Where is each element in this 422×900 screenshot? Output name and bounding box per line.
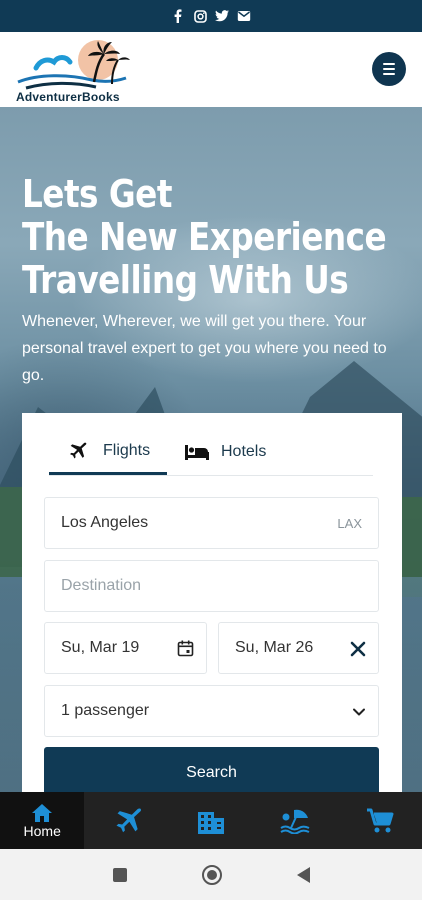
passengers-value: 1 passenger — [61, 702, 150, 719]
instagram-icon[interactable] — [193, 9, 207, 23]
recent-apps-icon[interactable] — [112, 867, 127, 882]
calendar-icon[interactable] — [177, 640, 194, 657]
twitter-icon[interactable] — [215, 9, 229, 23]
hamburger-menu-icon[interactable] — [372, 52, 406, 86]
origin-input[interactable]: Los Angeles LAX — [44, 497, 379, 549]
search-button[interactable]: Search — [44, 747, 379, 792]
home-button-icon[interactable] — [201, 864, 222, 885]
tab-hotels[interactable]: Hotels — [185, 429, 305, 475]
depart-date-input[interactable]: Su, Mar 19 — [44, 622, 207, 674]
clear-icon[interactable] — [350, 641, 366, 657]
tab-hotels-label: Hotels — [221, 443, 267, 460]
nav-cart[interactable] — [338, 792, 422, 849]
social-bar — [0, 0, 422, 32]
nav-home-label: Home — [23, 822, 61, 839]
brand-name: AdventurerBooks — [16, 90, 120, 104]
nav-home[interactable]: Home — [0, 792, 85, 849]
hero-title-line: Lets Get — [22, 172, 172, 216]
tab-flights-label: Flights — [103, 441, 151, 459]
destination-placeholder: Destination — [61, 577, 142, 594]
hero-section: Lets Get The New Experience Travelling W… — [0, 107, 422, 792]
airplane-icon — [116, 808, 141, 832]
nav-beach[interactable] — [253, 792, 337, 849]
search-tabs: Flights Hotels — [49, 429, 373, 476]
hero-title-line: Travelling With Us — [22, 258, 349, 302]
site-header: AdventurerBooks — [0, 32, 422, 107]
hero-title-line: The New Experience — [22, 215, 387, 259]
destination-input[interactable]: Destination — [44, 560, 379, 612]
nav-flights[interactable] — [84, 792, 168, 849]
email-icon[interactable] — [237, 9, 251, 23]
return-date-input[interactable]: Su, Mar 26 — [218, 622, 379, 674]
cart-icon — [366, 808, 394, 832]
origin-airport-code: LAX — [337, 515, 362, 531]
search-card: Flights Hotels Los Angeles LAX Destinati… — [22, 413, 402, 792]
back-icon[interactable] — [296, 866, 310, 883]
tab-flights[interactable]: Flights — [49, 429, 167, 475]
return-date-value: Su, Mar 26 — [235, 639, 314, 656]
facebook-icon[interactable] — [171, 9, 185, 23]
home-icon — [32, 803, 53, 822]
bottom-nav: Home — [0, 792, 422, 849]
hero-title: Lets Get The New Experience Travelling W… — [22, 172, 387, 302]
airplane-icon — [67, 442, 91, 460]
nav-hotels[interactable] — [169, 792, 253, 849]
origin-value: Los Angeles — [61, 514, 149, 531]
system-navigation-bar — [0, 849, 422, 900]
hotel-building-icon — [198, 811, 225, 834]
hero-subtitle: Whenever, Wherever, we will get you ther… — [22, 313, 387, 384]
beach-icon — [280, 809, 310, 834]
depart-date-value: Su, Mar 19 — [61, 639, 140, 656]
bed-icon — [185, 443, 209, 461]
chevron-down-icon — [353, 708, 365, 716]
passengers-select[interactable]: 1 passenger — [44, 685, 379, 737]
